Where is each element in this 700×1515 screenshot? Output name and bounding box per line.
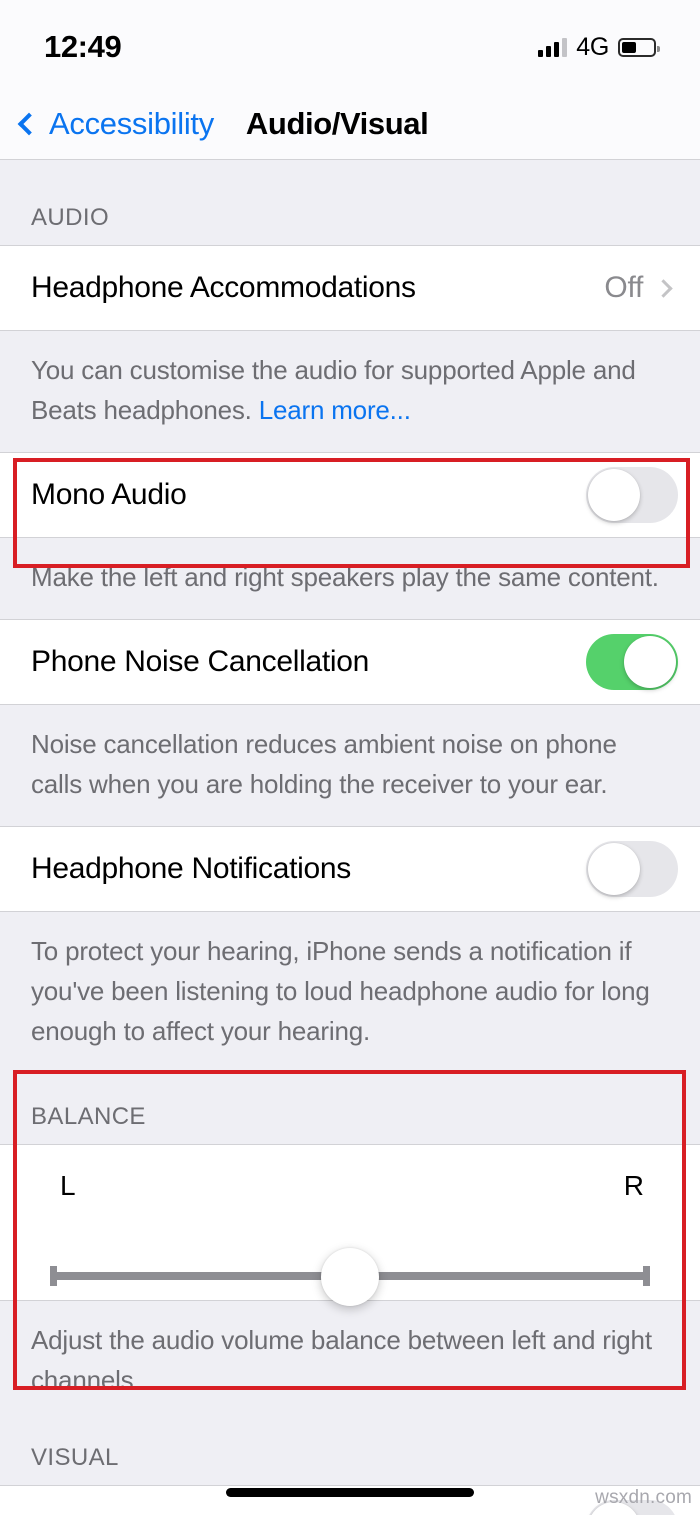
- settings-list[interactable]: AUDIO Headphone Accommodations Off You c…: [0, 161, 700, 1515]
- learn-more-link[interactable]: Learn more...: [259, 395, 411, 425]
- iphone-screen: 12:49 4G Accessibility Audio/Visual AUDI…: [0, 0, 700, 1515]
- signal-bars-icon: [538, 37, 568, 57]
- row-value: Off: [604, 271, 643, 304]
- group-headphone-notifications: Headphone Notifications: [0, 826, 700, 912]
- slider-cap-right: [643, 1266, 650, 1286]
- battery-icon: [618, 37, 660, 57]
- row-label: Phone Noise Cancellation: [31, 645, 370, 678]
- balance-left-label: L: [60, 1170, 76, 1201]
- phone-noise-cancellation-toggle[interactable]: [586, 634, 678, 690]
- watermark: wsxdn.com: [595, 1487, 692, 1508]
- status-bar: 12:49 4G: [0, 0, 700, 88]
- footer-phone-noise-cancellation: Noise cancellation reduces ambient noise…: [31, 729, 617, 799]
- balance-endpoints: L R: [0, 1145, 700, 1202]
- row-mono-audio[interactable]: Mono Audio: [0, 453, 700, 537]
- group-balance-slider: L R: [0, 1144, 700, 1306]
- footer-headphone-notifications: To protect your hearing, iPhone sends a …: [31, 936, 650, 1046]
- slider-cap-left: [50, 1266, 57, 1286]
- back-button-label: Accessibility: [49, 105, 214, 141]
- slider-thumb[interactable]: [321, 1248, 379, 1306]
- balance-right-label: R: [623, 1170, 644, 1201]
- mono-audio-toggle[interactable]: [586, 467, 678, 523]
- status-indicators: 4G: [538, 27, 660, 62]
- section-header-visual: VISUAL: [31, 1444, 119, 1471]
- row-phone-noise-cancellation[interactable]: Phone Noise Cancellation: [0, 620, 700, 704]
- row-label: LED Flash for Alerts: [31, 1511, 586, 1515]
- back-button[interactable]: Accessibility: [17, 106, 214, 142]
- footer-mono-audio: Make the left and right speakers play th…: [31, 562, 659, 592]
- row-label: Headphone Notifications: [31, 852, 351, 885]
- balance-slider[interactable]: [50, 1248, 650, 1306]
- row-label: Headphone Accommodations: [31, 271, 416, 304]
- page-title: Audio/Visual: [245, 105, 429, 141]
- chevron-right-icon: [654, 278, 673, 298]
- footer-headphone-accommodations: You can customise the audio for supporte…: [0, 331, 700, 452]
- group-phone-noise-cancellation: Phone Noise Cancellation: [0, 619, 700, 705]
- chevron-left-icon: [17, 112, 41, 135]
- group-mono-audio: Mono Audio: [0, 452, 700, 538]
- footer-balance: Adjust the audio volume balance between …: [31, 1325, 652, 1395]
- status-time: 12:49: [44, 29, 122, 64]
- headphone-notifications-toggle[interactable]: [586, 841, 678, 897]
- row-headphone-accommodations[interactable]: Headphone Accommodations Off: [0, 246, 700, 330]
- row-headphone-notifications[interactable]: Headphone Notifications: [0, 827, 700, 911]
- carrier-label: 4G: [576, 32, 609, 61]
- home-indicator: [226, 1488, 474, 1497]
- navigation-bar: Accessibility Audio/Visual: [0, 88, 700, 160]
- section-header-audio: AUDIO: [31, 204, 110, 231]
- group-headphone-accommodations: Headphone Accommodations Off: [0, 245, 700, 331]
- section-header-balance: BALANCE: [31, 1103, 146, 1130]
- row-label: Mono Audio: [31, 478, 187, 511]
